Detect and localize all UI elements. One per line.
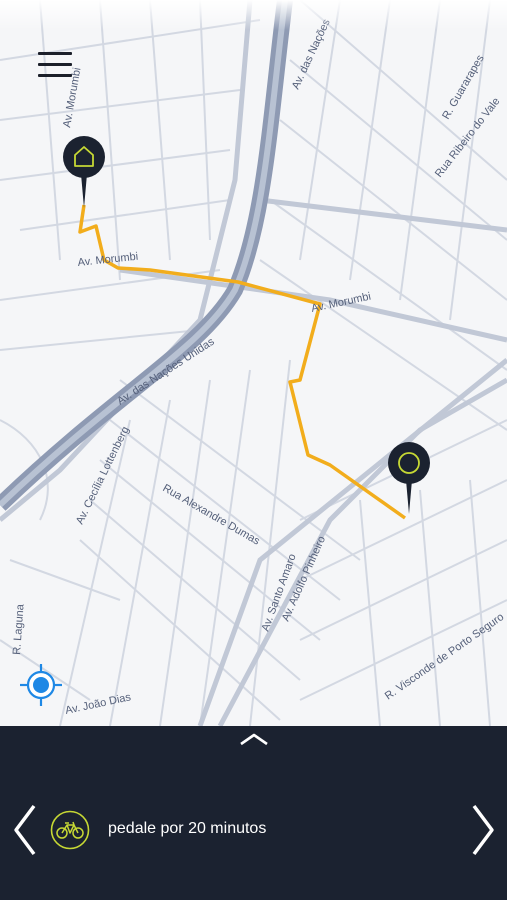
street-label: R. Laguna <box>11 603 27 655</box>
street-label: Av. Morumbi <box>310 291 372 315</box>
expand-button[interactable] <box>237 730 271 748</box>
home-icon <box>63 136 105 208</box>
origin-pin[interactable] <box>62 136 106 210</box>
chevron-right-icon <box>472 804 494 856</box>
previous-option-button[interactable] <box>10 802 40 858</box>
travel-mode-label: pedale por 20 minutos <box>108 820 267 837</box>
map-view[interactable]: Av. Morumbi Av. Morumbi Av. Morumbi Av. … <box>0 0 507 726</box>
map-canvas[interactable]: Av. Morumbi Av. Morumbi Av. Morumbi Av. … <box>0 0 507 726</box>
top-fade <box>0 0 507 30</box>
chevron-left-icon <box>14 804 36 856</box>
menu-button[interactable] <box>38 52 72 82</box>
street-label: Rua Alexandre Dumas <box>161 482 263 548</box>
street-label: Av. das Nações Unidas <box>115 335 217 407</box>
next-option-button[interactable] <box>468 802 498 858</box>
location-target-icon <box>20 664 62 706</box>
hamburger-menu-icon <box>38 52 72 77</box>
circle-icon <box>388 442 430 514</box>
locate-button[interactable] <box>18 662 64 708</box>
destination-pin[interactable] <box>387 442 431 516</box>
street-label: Av. Morumbi <box>77 251 139 269</box>
street-label: Av. João Dias <box>64 691 132 717</box>
bottom-panel: pedale por 20 minutos <box>0 726 507 900</box>
bicycle-icon <box>50 810 90 850</box>
chevron-up-icon <box>240 733 268 746</box>
